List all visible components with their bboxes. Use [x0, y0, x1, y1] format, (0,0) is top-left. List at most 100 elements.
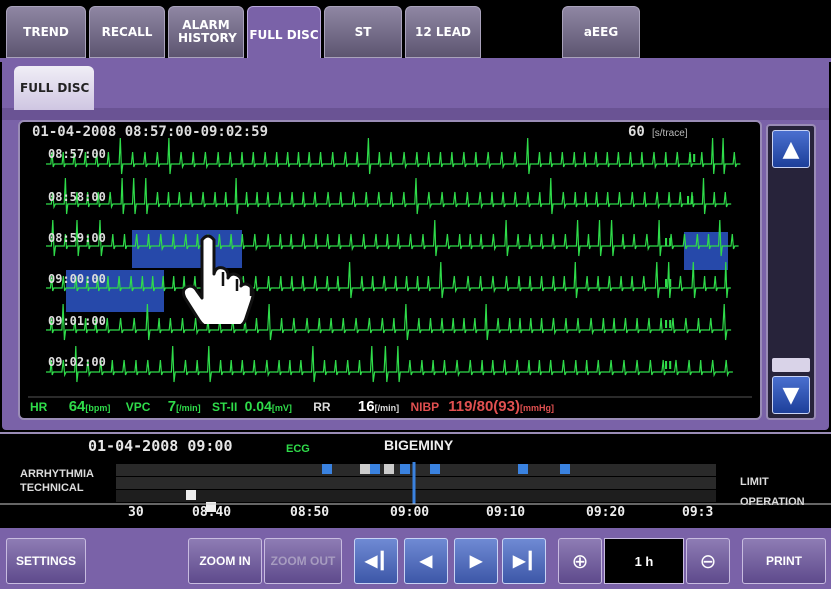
vpc-unit: [/min] — [176, 403, 201, 413]
scroll-up-button[interactable]: ▲ — [772, 130, 810, 168]
event-datetime: 01-04-2008 09:00 — [88, 437, 233, 455]
tab-label: ALARM HISTORY — [178, 18, 237, 45]
speed-value: 60 — [628, 124, 645, 140]
tab-st[interactable]: ST — [324, 6, 402, 58]
vertical-scrollbar[interactable]: ▲ ▼ — [766, 124, 816, 420]
previous-button[interactable]: ◀ — [404, 538, 448, 584]
timeline-event-mark — [322, 464, 332, 474]
timeline-event-mark — [400, 464, 410, 474]
next-icon: ▶ — [469, 553, 483, 570]
vpc-label: VPC — [125, 400, 151, 414]
speed-unit: [s/trace] — [652, 128, 688, 139]
zoom-minus-button[interactable]: ⊖ — [686, 538, 730, 584]
row-time: 08:58:00 — [48, 190, 106, 204]
first-button[interactable]: ◀┃ — [354, 538, 398, 584]
scroll-thumb[interactable] — [772, 358, 810, 372]
timeline-event-mark — [186, 490, 196, 500]
tick-label: 09:3 — [682, 505, 714, 520]
zoom-in-button[interactable]: ZOOM IN — [188, 538, 262, 584]
zoom-plus-icon: ⊕ — [571, 550, 589, 573]
print-label: PRINT — [766, 554, 802, 568]
lead-label: II — [664, 359, 673, 372]
subtab-strip — [2, 108, 829, 120]
tab-label: 12 LEAD — [415, 24, 471, 39]
st-value: 0.04 — [244, 398, 272, 414]
row-time: 09:00:00 — [48, 272, 106, 286]
zoom-plus-button[interactable]: ⊕ — [558, 538, 602, 584]
technical-track — [116, 477, 716, 489]
tab-label: RECALL — [101, 24, 153, 39]
hr-unit: [bpm] — [85, 403, 111, 413]
waveform-range: 01-04-2008 08:57:00-09:02:59 — [32, 124, 269, 140]
last-icon: ▶┃ — [513, 553, 535, 570]
subtab-full-disc[interactable]: FULL DISC — [14, 66, 94, 110]
nibp-unit: [mmHg] — [519, 403, 554, 413]
last-button[interactable]: ▶┃ — [502, 538, 546, 584]
tick-label: 09:20 — [586, 505, 626, 520]
rr-value: 16 — [357, 398, 375, 415]
first-icon: ◀┃ — [365, 553, 387, 570]
zoom-out-label: ZOOM OUT — [270, 554, 336, 568]
ecg-trace — [46, 137, 741, 175]
settings-button[interactable]: SETTINGS — [6, 538, 86, 584]
tab-trend[interactable]: TREND — [6, 6, 86, 58]
timeline-event-mark — [560, 464, 570, 474]
st-label: ST-II — [211, 400, 238, 414]
hr-value: 64 — [68, 398, 86, 415]
ecg-trace — [46, 345, 733, 383]
limit-track — [116, 490, 716, 502]
lead-label: II — [664, 277, 673, 290]
hr-label: HR — [30, 400, 48, 414]
tick-label: 09:00 — [390, 505, 430, 520]
lead-label: II — [686, 194, 695, 207]
tick-label: 08:40 — [192, 505, 232, 520]
up-arrow-icon: ▲ — [782, 136, 800, 162]
down-arrow-icon: ▼ — [782, 382, 800, 408]
row-time: 09:02:00 — [48, 355, 106, 369]
rr-unit: [/min] — [374, 403, 400, 413]
tab-label: aEEG — [583, 24, 619, 39]
tick-label: 08:50 — [290, 505, 330, 520]
tab-recall[interactable]: RECALL — [89, 6, 165, 58]
zoom-in-label: ZOOM IN — [199, 554, 251, 568]
rr-label: RR — [313, 400, 331, 414]
scroll-down-button[interactable]: ▼ — [772, 376, 810, 414]
event-source: ECG — [286, 443, 310, 455]
tab-12-lead[interactable]: 12 LEAD — [405, 6, 481, 58]
timeline-event-mark — [360, 464, 370, 474]
tick-label: 30 — [128, 505, 144, 520]
tick-label: 09:10 — [486, 505, 526, 520]
tab-full-disc[interactable]: FULL DISC — [247, 6, 321, 64]
tab-alarm-history[interactable]: ALARM HISTORY — [168, 6, 244, 58]
prev-icon: ◀ — [419, 553, 433, 570]
zoom-minus-icon: ⊖ — [699, 550, 717, 573]
subtab-label: FULL DISC — [20, 81, 90, 95]
next-button[interactable]: ▶ — [454, 538, 498, 584]
timeline-event-mark — [384, 464, 394, 474]
row-time: 08:59:00 — [48, 231, 106, 245]
tab-label: ST — [354, 24, 372, 39]
st-unit: [mV] — [271, 403, 292, 413]
event-name: BIGEMINY — [384, 437, 454, 453]
tab-label: FULL DISC — [249, 27, 319, 42]
lead-label: II — [688, 152, 697, 165]
print-button[interactable]: PRINT — [742, 538, 826, 584]
tab-label: TREND — [23, 24, 69, 39]
lead-label: II — [664, 236, 673, 249]
zoom-level-display: 1 h — [604, 538, 684, 584]
nibp-label: NIBP — [410, 400, 439, 414]
waveform-canvas[interactable] — [20, 122, 760, 418]
settings-label: SETTINGS — [15, 554, 76, 568]
lead-label: II — [664, 318, 673, 331]
zoom-out-button[interactable]: ZOOM OUT — [264, 538, 342, 584]
row-time: 08:57:00 — [48, 147, 106, 161]
timeline-event-mark — [518, 464, 528, 474]
hand-pointer-icon — [181, 234, 255, 324]
ecg-trace — [46, 177, 732, 215]
arrhythmia-track — [116, 464, 716, 476]
vpc-value: 7 — [167, 398, 177, 415]
row-time: 09:01:00 — [48, 314, 106, 328]
vitals-bar: HR 64[bpm] VPC 7[/min] ST-II 0.04[mV] RR… — [30, 398, 760, 416]
tab-bar: TREND RECALL ALARM HISTORY FULL DISC ST … — [0, 0, 831, 64]
tab-aeeg[interactable]: aEEG — [562, 6, 640, 58]
